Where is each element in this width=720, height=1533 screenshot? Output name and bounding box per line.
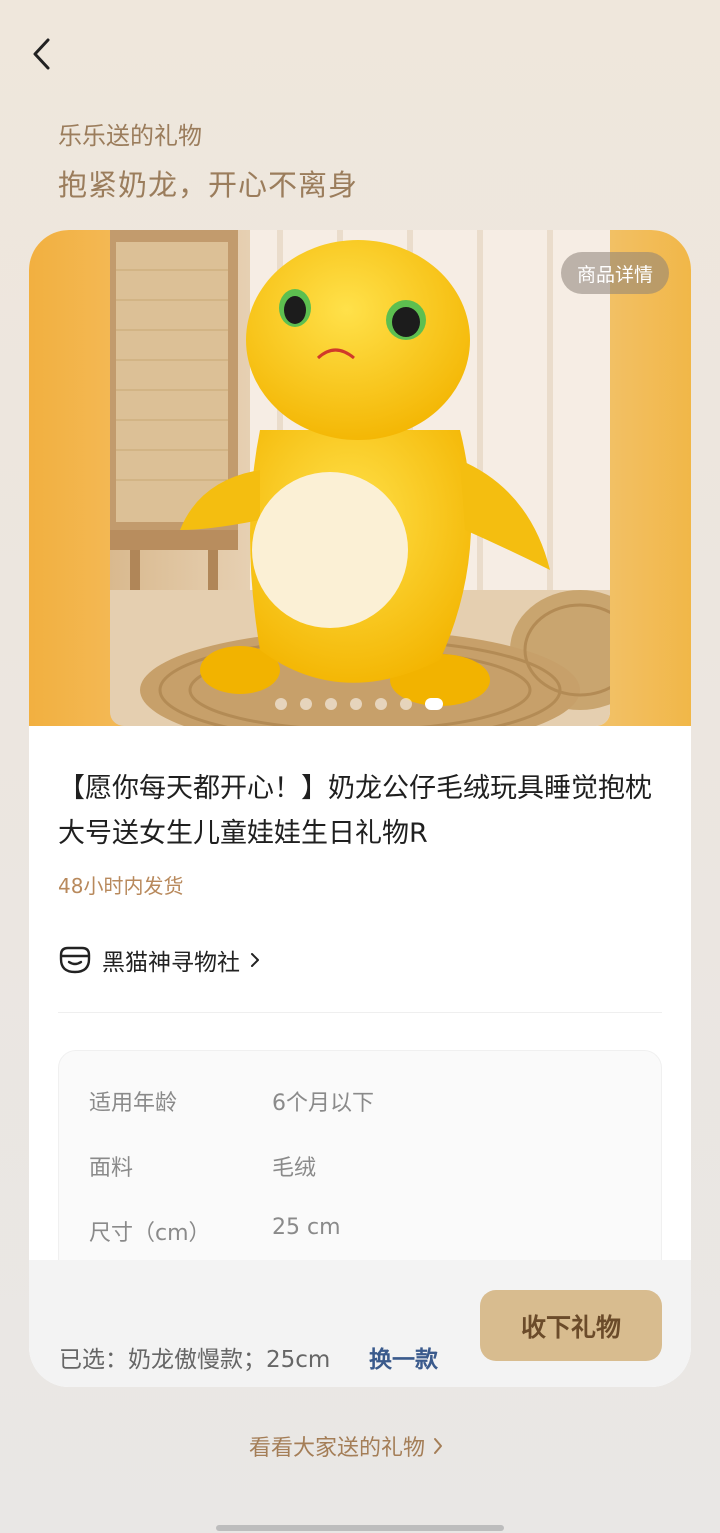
selected-variant-text: 已选：奶龙傲慢款；25cm bbox=[59, 1347, 331, 1373]
carousel-dot[interactable] bbox=[325, 698, 337, 710]
carousel-dot[interactable] bbox=[300, 698, 312, 710]
gift-card: 商品详情 【愿你每天都开心！】奶龙公仔毛绒玩具睡觉抱枕大号送女生儿童娃娃生日礼物… bbox=[29, 230, 691, 1387]
spec-table: 适用年龄 6个月以下 面料 毛绒 尺寸（cm） 25 cm bbox=[58, 1050, 662, 1290]
cat-store-icon bbox=[59, 946, 91, 974]
home-indicator[interactable] bbox=[216, 1525, 504, 1531]
gift-message-title: 抱紧奶龙，开心不离身 bbox=[58, 168, 359, 202]
product-detail-button[interactable]: 商品详情 bbox=[560, 252, 669, 294]
chevron-right-icon bbox=[434, 1438, 443, 1454]
see-others-gifts-label: 看看大家送的礼物 bbox=[249, 1436, 426, 1461]
carousel-dot[interactable] bbox=[350, 698, 362, 710]
bottom-action-bar: 已选：奶龙傲慢款；25cm 换一款 收下礼物 bbox=[29, 1260, 691, 1387]
store-name: 黑猫神寻物社 bbox=[102, 950, 240, 976]
chevron-left-icon bbox=[33, 38, 50, 70]
carousel-dot[interactable] bbox=[375, 698, 387, 710]
spec-row: 适用年龄 6个月以下 bbox=[89, 1085, 374, 1117]
spec-value: 毛绒 bbox=[272, 1156, 317, 1181]
see-others-gifts-link[interactable]: 看看大家送的礼物 bbox=[249, 1430, 445, 1462]
swap-variant-button[interactable]: 换一款 bbox=[369, 1340, 438, 1374]
product-image-carousel[interactable]: 商品详情 bbox=[29, 230, 691, 726]
gift-sender-label: 乐乐送的礼物 bbox=[58, 122, 202, 150]
carousel-dot[interactable] bbox=[400, 698, 412, 710]
spec-value: 25 cm bbox=[272, 1215, 341, 1240]
shipping-info: 48小时内发货 bbox=[58, 874, 184, 898]
chevron-right-icon bbox=[251, 953, 259, 967]
spec-value: 6个月以下 bbox=[272, 1091, 374, 1116]
spec-row: 尺寸（cm） 25 cm bbox=[89, 1215, 341, 1247]
carousel-dot-active[interactable] bbox=[425, 698, 443, 710]
product-title: 【愿你每天都开心！】奶龙公仔毛绒玩具睡觉抱枕大号送女生儿童娃娃生日礼物R bbox=[58, 773, 652, 849]
back-button[interactable] bbox=[22, 34, 62, 74]
carousel-indicator bbox=[275, 698, 443, 710]
spec-row: 面料 毛绒 bbox=[89, 1150, 316, 1182]
accept-gift-button[interactable]: 收下礼物 bbox=[480, 1290, 662, 1361]
carousel-dot[interactable] bbox=[275, 698, 287, 710]
store-link[interactable]: 黑猫神寻物社 bbox=[58, 942, 260, 978]
spec-key: 面料 bbox=[89, 1156, 134, 1181]
divider bbox=[58, 1012, 662, 1013]
spec-key: 适用年龄 bbox=[89, 1091, 178, 1116]
spec-key: 尺寸（cm） bbox=[89, 1221, 211, 1246]
product-photo bbox=[110, 230, 610, 726]
